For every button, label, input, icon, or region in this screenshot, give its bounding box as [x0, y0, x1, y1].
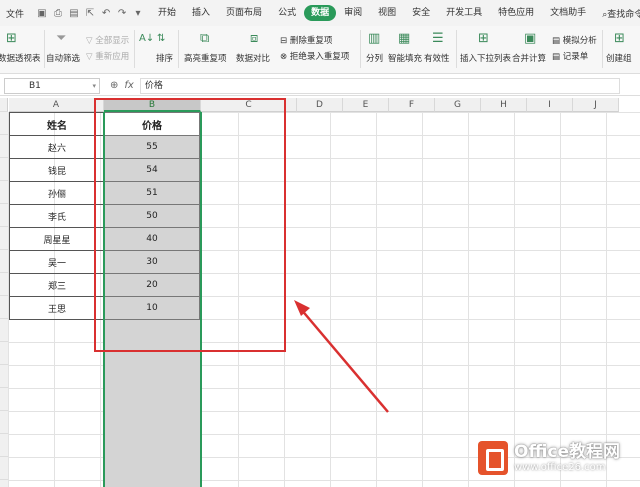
spreadsheet-window: 文件 ▣ ⎙ ▤ ⇱ ↶ ↷ ▾ 开始 插入 页面布局 公式 数据 审阅 视图 安全 开发工具特…	[0, 0, 640, 487]
watermark-url: www.office26.com	[514, 462, 606, 473]
office-logo-icon	[478, 441, 508, 475]
watermark: Office教程网 www.office26.com	[478, 433, 636, 483]
watermark-title: Office教程网	[514, 442, 621, 462]
annotation-arrow	[294, 300, 389, 413]
